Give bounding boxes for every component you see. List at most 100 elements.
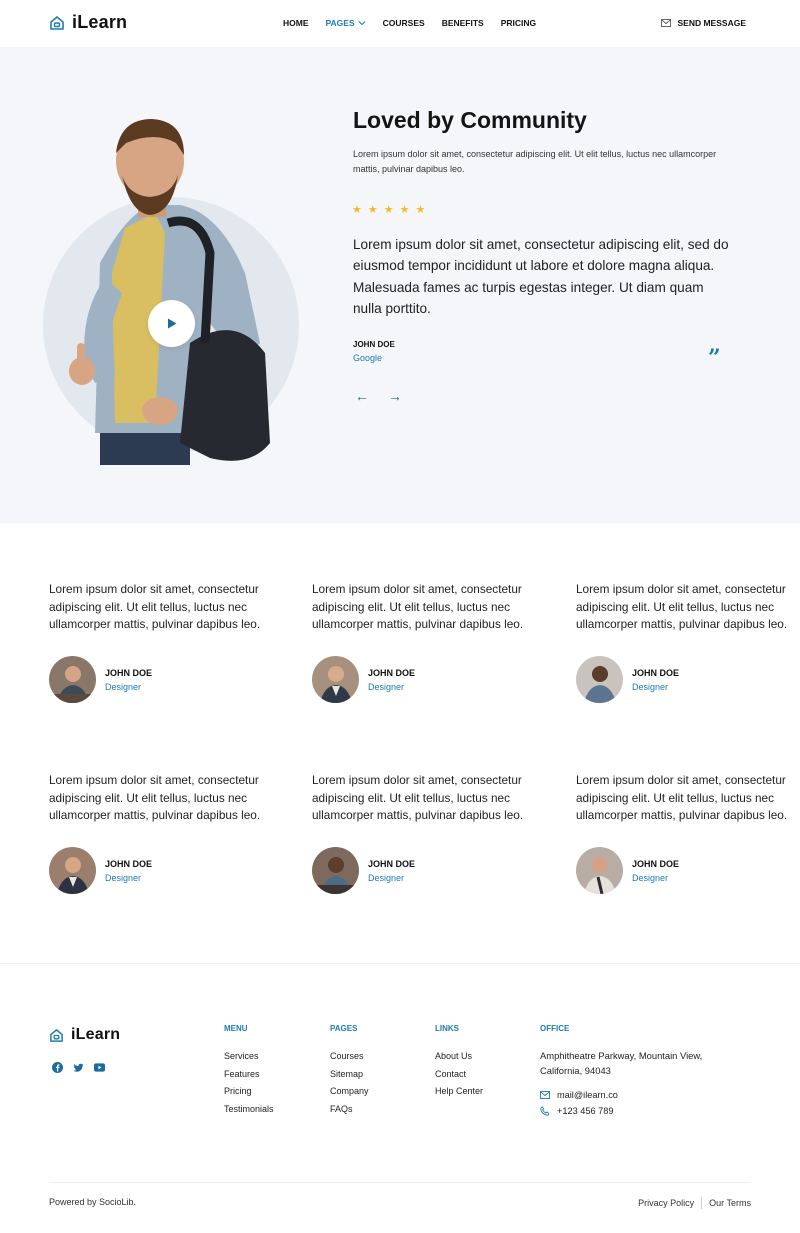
nav-home[interactable]: HOME: [283, 18, 309, 28]
star-icon: ★: [383, 204, 394, 216]
office-phone-text: +123 456 789: [557, 1106, 614, 1116]
legal-links: Privacy Policy Our Terms: [638, 1197, 751, 1209]
send-message-label: SEND MESSAGE: [677, 18, 747, 28]
brand-name: iLearn: [72, 12, 128, 32]
play-video-button[interactable]: [148, 300, 195, 347]
testimonial-author: JOHN DOE: [353, 340, 395, 349]
footer-divider: [49, 1182, 751, 1183]
testimonial-person: JOHN DOE Designer: [312, 847, 415, 894]
office-email[interactable]: mail@ilearn.co: [540, 1090, 740, 1100]
footer-office-column: OFFICE Amphitheatre Parkway, Mountain Vi…: [540, 1024, 740, 1116]
top-navbar: iLearn HOME PAGES COURSES BENEFITS PRICI…: [0, 0, 800, 47]
nav-benefits[interactable]: BENEFITS: [442, 18, 484, 28]
footer-link-about-us[interactable]: About Us: [435, 1048, 483, 1066]
person-name: JOHN DOE: [105, 667, 153, 678]
person-role: Designer: [632, 681, 669, 692]
testimonial-person: JOHN DOE Designer: [312, 656, 415, 703]
testimonial-text: Lorem ipsum dolor sit amet, consectetur …: [576, 582, 788, 632]
twitter-icon[interactable]: [73, 1062, 84, 1073]
testimonial-hero: Loved by Community Lorem ipsum dolor sit…: [0, 47, 800, 523]
avatar: [576, 656, 623, 703]
footer-link-company[interactable]: Company: [330, 1083, 369, 1101]
office-address: Amphitheatre Parkway, Mountain View, Cal…: [540, 1050, 703, 1076]
testimonial-card: Lorem ipsum dolor sit amet, consectetur …: [576, 581, 796, 703]
avatar: [312, 847, 359, 894]
testimonial-text: Lorem ipsum dolor sit amet, consectetur …: [49, 773, 261, 823]
arrow-left-icon[interactable]: ←: [355, 389, 369, 403]
house-logo-icon: [50, 15, 64, 30]
nav-pages[interactable]: PAGES: [326, 18, 366, 28]
nav-courses[interactable]: COURSES: [383, 18, 425, 28]
facebook-icon[interactable]: [52, 1062, 63, 1073]
brand-logo[interactable]: iLearn: [49, 12, 127, 33]
privacy-policy-link[interactable]: Privacy Policy: [638, 1198, 694, 1208]
footer-link-services[interactable]: Services: [224, 1048, 274, 1066]
phone-icon: [540, 1106, 550, 1116]
footer-pages-heading: PAGES: [330, 1024, 358, 1033]
footer-link-help-center[interactable]: Help Center: [435, 1083, 483, 1101]
social-links: [52, 1062, 105, 1073]
envelope-icon: [660, 19, 671, 27]
testimonial-quote: Lorem ipsum dolor sit amet, consectetur …: [353, 237, 729, 317]
person-role: Designer: [368, 872, 405, 883]
person-name: JOHN DOE: [105, 858, 153, 869]
nav-pricing[interactable]: PRICING: [501, 18, 536, 28]
person-name: JOHN DOE: [368, 667, 416, 678]
footer-link-pricing[interactable]: Pricing: [224, 1083, 274, 1101]
testimonial-person: JOHN DOE Designer: [49, 847, 152, 894]
quote-icon: ”: [708, 345, 721, 371]
house-logo-icon: [50, 1028, 63, 1042]
footer-link-contact[interactable]: Contact: [435, 1066, 483, 1084]
footer-link-features[interactable]: Features: [224, 1066, 274, 1084]
powered-by: Powered by SocioLib.: [49, 1197, 137, 1207]
footer-link-courses[interactable]: Courses: [330, 1048, 369, 1066]
section-title: Loved by Community: [353, 107, 587, 133]
avatar: [49, 656, 96, 703]
office-phone[interactable]: +123 456 789: [540, 1106, 740, 1116]
chevron-down-icon: [358, 21, 366, 26]
testimonial-card: Lorem ipsum dolor sit amet, consectetur …: [576, 772, 796, 894]
main-menu: HOME PAGES COURSES BENEFITS PRICING: [283, 18, 536, 28]
person-role: Designer: [105, 872, 142, 883]
testimonial-person: JOHN DOE Designer: [576, 847, 679, 894]
footer-menu-column: MENU Services Features Pricing Testimoni…: [224, 1024, 274, 1118]
footer-menu-heading: MENU: [224, 1024, 248, 1033]
person-role: Designer: [368, 681, 405, 692]
avatar: [312, 656, 359, 703]
footer-link-sitemap[interactable]: Sitemap: [330, 1066, 369, 1084]
person-role: Designer: [105, 681, 142, 692]
footer-links-heading: LINKS: [435, 1024, 459, 1033]
footer-link-testimonials[interactable]: Testimonials: [224, 1101, 274, 1119]
star-icon: ★: [415, 204, 426, 216]
footer-pages-column: PAGES Courses Sitemap Company FAQs: [330, 1024, 369, 1118]
star-icon: ★: [399, 204, 410, 216]
star-icon: ★: [367, 204, 378, 216]
testimonial-text: Lorem ipsum dolor sit amet, consectetur …: [576, 773, 788, 823]
testimonial-person: JOHN DOE Designer: [49, 656, 152, 703]
testimonial-card: Lorem ipsum dolor sit amet, consectetur …: [49, 772, 269, 894]
footer-link-faqs[interactable]: FAQs: [330, 1101, 369, 1119]
avatar: [576, 847, 623, 894]
testimonial-person: JOHN DOE Designer: [576, 656, 679, 703]
testimonial-text: Lorem ipsum dolor sit amet, consectetur …: [312, 773, 524, 823]
arrow-right-icon[interactable]: →: [388, 389, 402, 403]
testimonial-card: Lorem ipsum dolor sit amet, consectetur …: [312, 581, 532, 703]
our-terms-link[interactable]: Our Terms: [709, 1198, 751, 1208]
section-divider: [0, 963, 800, 964]
rating-stars: ★ ★ ★ ★ ★: [352, 205, 425, 216]
person-name: JOHN DOE: [368, 858, 416, 869]
testimonial-card: Lorem ipsum dolor sit amet, consectetur …: [312, 772, 532, 894]
office-email-text: mail@ilearn.co: [557, 1090, 618, 1100]
footer-office-heading: OFFICE: [540, 1024, 570, 1033]
youtube-icon[interactable]: [94, 1062, 105, 1073]
footer-links-column: LINKS About Us Contact Help Center: [435, 1024, 483, 1101]
student-photo: [69, 119, 270, 465]
section-subtitle: Lorem ipsum dolor sit amet, consectetur …: [353, 149, 717, 174]
envelope-icon: [540, 1091, 550, 1099]
testimonial-company: Google: [353, 353, 383, 363]
star-icon: ★: [352, 204, 362, 216]
nav-pages-label: PAGES: [325, 18, 355, 28]
send-message-link[interactable]: SEND MESSAGE: [660, 18, 747, 28]
footer-logo[interactable]: iLearn: [49, 1026, 120, 1044]
legal-separator: [701, 1197, 703, 1209]
